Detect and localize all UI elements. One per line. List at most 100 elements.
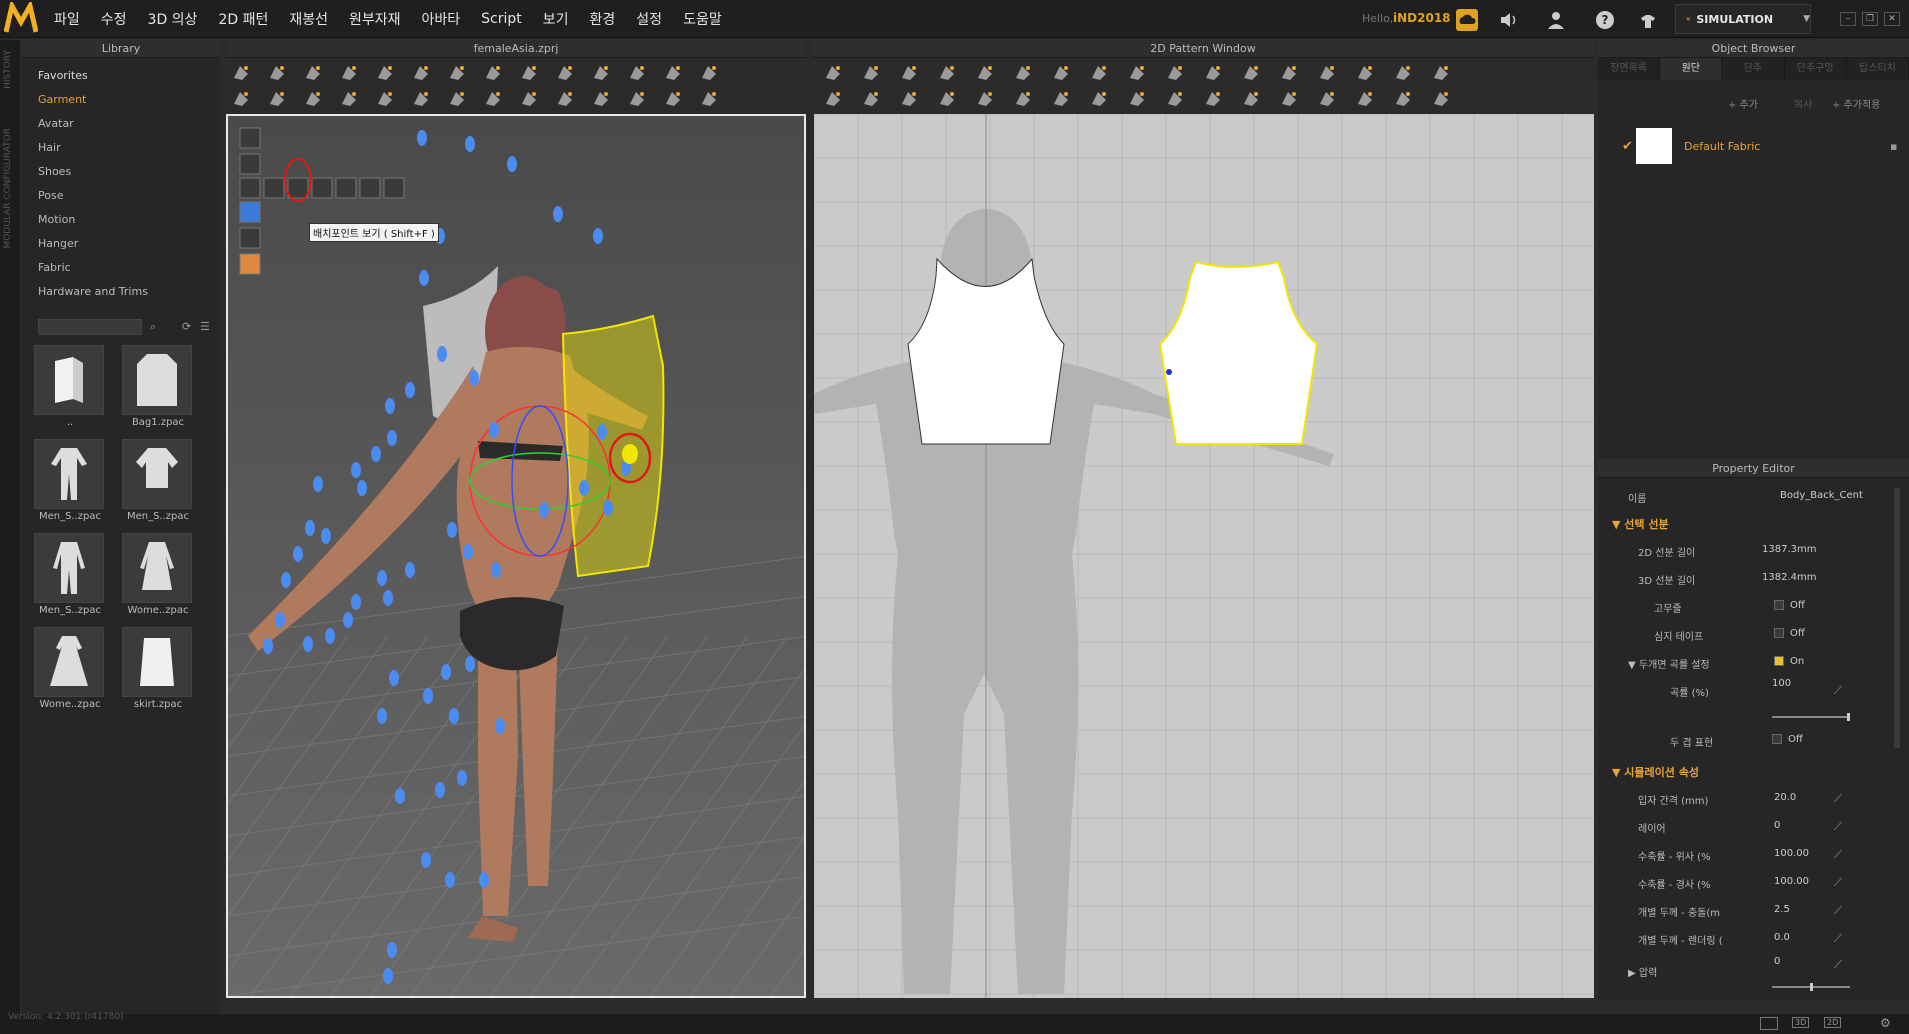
- library-item-avatar[interactable]: Avatar: [22, 112, 220, 136]
- toolbar-tool-icon[interactable]: [1240, 62, 1262, 84]
- toolbar-tool-icon[interactable]: [1164, 62, 1186, 84]
- close-icon[interactable]: ✕: [1884, 12, 1900, 26]
- tab-buttons[interactable]: 단추: [1722, 58, 1785, 80]
- viewport3d[interactable]: [226, 114, 806, 998]
- checkbox[interactable]: [1774, 628, 1784, 638]
- toolbar-tool-icon[interactable]: [482, 88, 504, 110]
- menu-3d-garment[interactable]: 3D 의상: [148, 9, 198, 29]
- toolbar-tool-icon[interactable]: [1354, 62, 1376, 84]
- mannequin-icon[interactable]: [1637, 9, 1659, 31]
- tab-scene-list[interactable]: 장면목록: [1598, 58, 1661, 80]
- toolbar-tool-icon[interactable]: [482, 62, 504, 84]
- toolbar-tool-icon[interactable]: [626, 88, 648, 110]
- library-favorites[interactable]: Favorites: [22, 64, 220, 88]
- section-selected-seam[interactable]: ▼ 선택 선분: [1612, 516, 1669, 532]
- wrench-icon[interactable]: ⟋: [1834, 848, 1842, 862]
- pattern-window[interactable]: [814, 114, 1594, 998]
- curvature-slider[interactable]: [1772, 713, 1850, 721]
- thumb-skirt[interactable]: skirt.zpac: [122, 627, 194, 710]
- slider-handle[interactable]: [1847, 713, 1850, 721]
- library-item-motion[interactable]: Motion: [22, 208, 220, 232]
- library-item-hardware-trims[interactable]: Hardware and Trims: [22, 280, 220, 304]
- tab-fabric[interactable]: 원단: [1660, 58, 1723, 80]
- prop-label[interactable]: ▶ 압력: [1628, 964, 1657, 979]
- help-icon[interactable]: ?: [1594, 9, 1616, 31]
- toolbar-tool-icon[interactable]: [590, 62, 612, 84]
- toolbar-tool-icon[interactable]: [1202, 88, 1224, 110]
- toolbar-tool-icon[interactable]: [1240, 88, 1262, 110]
- fabric-list-item[interactable]: ✔ Default Fabric ▪: [1608, 126, 1898, 166]
- library-item-shoes[interactable]: Shoes: [22, 160, 220, 184]
- prop-value[interactable]: 20.0: [1774, 792, 1796, 803]
- wrench-icon[interactable]: ⟋: [1834, 958, 1842, 972]
- pressure-slider[interactable]: [1772, 983, 1850, 991]
- toolbar-tool-icon[interactable]: [898, 88, 920, 110]
- simulation-dropdown-icon[interactable]: ▼: [1803, 14, 1810, 24]
- simulation-button[interactable]: SIMULATION ▼: [1675, 4, 1811, 34]
- toolbar-tool-icon[interactable]: [1430, 62, 1452, 84]
- thumb-men-2[interactable]: Men_S..zpac: [122, 439, 194, 522]
- wrench-icon[interactable]: ⟋: [1834, 876, 1842, 890]
- thumb-women-2[interactable]: Wome..zpac: [34, 627, 106, 710]
- list-view-icon[interactable]: ☰: [200, 320, 210, 333]
- toolbar-tool-icon[interactable]: [860, 88, 882, 110]
- slider-handle[interactable]: [1810, 983, 1813, 991]
- menu-avatar[interactable]: 아바타: [422, 9, 461, 29]
- library-item-hair[interactable]: Hair: [22, 136, 220, 160]
- checkbox[interactable]: [1772, 734, 1782, 744]
- toolbar-tool-icon[interactable]: [1278, 62, 1300, 84]
- section-simulation-properties[interactable]: ▼ 시뮬레이션 속성: [1612, 764, 1699, 780]
- prop-value[interactable]: 100.00: [1774, 848, 1809, 859]
- copy-fabric-button[interactable]: 복사: [1794, 96, 1812, 111]
- library-item-fabric[interactable]: Fabric: [22, 256, 220, 280]
- toolbar-tool-icon[interactable]: [1278, 88, 1300, 110]
- toolbar-tool-icon[interactable]: [590, 88, 612, 110]
- toolbar-tool-icon[interactable]: [1012, 62, 1034, 84]
- toolbar-tool-icon[interactable]: [1316, 88, 1338, 110]
- library-item-pose[interactable]: Pose: [22, 184, 220, 208]
- wrench-icon[interactable]: ⟋: [1834, 684, 1842, 698]
- username-label[interactable]: iND2018: [1393, 11, 1451, 25]
- toolbar-tool-icon[interactable]: [1050, 62, 1072, 84]
- toolbar-tool-icon[interactable]: [554, 62, 576, 84]
- toolbar-tool-icon[interactable]: [822, 88, 844, 110]
- toolbar-tool-icon[interactable]: [1126, 62, 1148, 84]
- toolbar-tool-icon[interactable]: [1354, 88, 1376, 110]
- refresh-icon[interactable]: ⟳: [182, 320, 191, 333]
- thumb-men-1[interactable]: Men_S..zpac: [34, 439, 106, 522]
- toolbar-tool-icon[interactable]: [1012, 88, 1034, 110]
- add-fabric-button[interactable]: + 추가: [1728, 96, 1758, 111]
- user-icon[interactable]: [1545, 9, 1567, 31]
- toolbar-tool-icon[interactable]: [230, 88, 252, 110]
- restore-icon[interactable]: ❐: [1862, 12, 1878, 26]
- toolbar-tool-icon[interactable]: [898, 62, 920, 84]
- toolbar-tool-icon[interactable]: [446, 88, 468, 110]
- toolbar-tool-icon[interactable]: [518, 88, 540, 110]
- toolbar-tool-icon[interactable]: [974, 62, 996, 84]
- toolbar-tool-icon[interactable]: [860, 62, 882, 84]
- toolbar-tool-icon[interactable]: [1126, 88, 1148, 110]
- thumb-men-3[interactable]: Men_S..zpac: [34, 533, 106, 616]
- checkbox[interactable]: [1774, 600, 1784, 610]
- toolbar-tool-icon[interactable]: [698, 88, 720, 110]
- property-scrollbar[interactable]: [1894, 488, 1900, 748]
- layout-2d-icon[interactable]: 2D: [1824, 1017, 1842, 1028]
- toolbar-tool-icon[interactable]: [662, 88, 684, 110]
- menu-script[interactable]: Script: [481, 11, 522, 27]
- menu-settings[interactable]: 설정: [636, 9, 662, 29]
- prop-value[interactable]: 0: [1774, 820, 1780, 831]
- checkbox[interactable]: [1774, 656, 1784, 666]
- toolbar-tool-icon[interactable]: [410, 62, 432, 84]
- toolbar-tool-icon[interactable]: [974, 88, 996, 110]
- toolbar-tool-icon[interactable]: [1164, 88, 1186, 110]
- thumb-parent-folder[interactable]: ..: [34, 345, 106, 428]
- prop-value[interactable]: 100: [1772, 678, 1791, 689]
- menu-file[interactable]: 파일: [54, 9, 80, 29]
- toolbar-tool-icon[interactable]: [626, 62, 648, 84]
- layout-3d-icon[interactable]: 3D: [1792, 1017, 1810, 1028]
- thumb-women-1[interactable]: Wome..zpac: [122, 533, 194, 616]
- menu-help[interactable]: 도움말: [683, 9, 722, 29]
- toolbar-tool-icon[interactable]: [266, 88, 288, 110]
- add-apply-button[interactable]: + 추가적용: [1832, 96, 1880, 111]
- search-icon[interactable]: ⌕: [150, 320, 156, 334]
